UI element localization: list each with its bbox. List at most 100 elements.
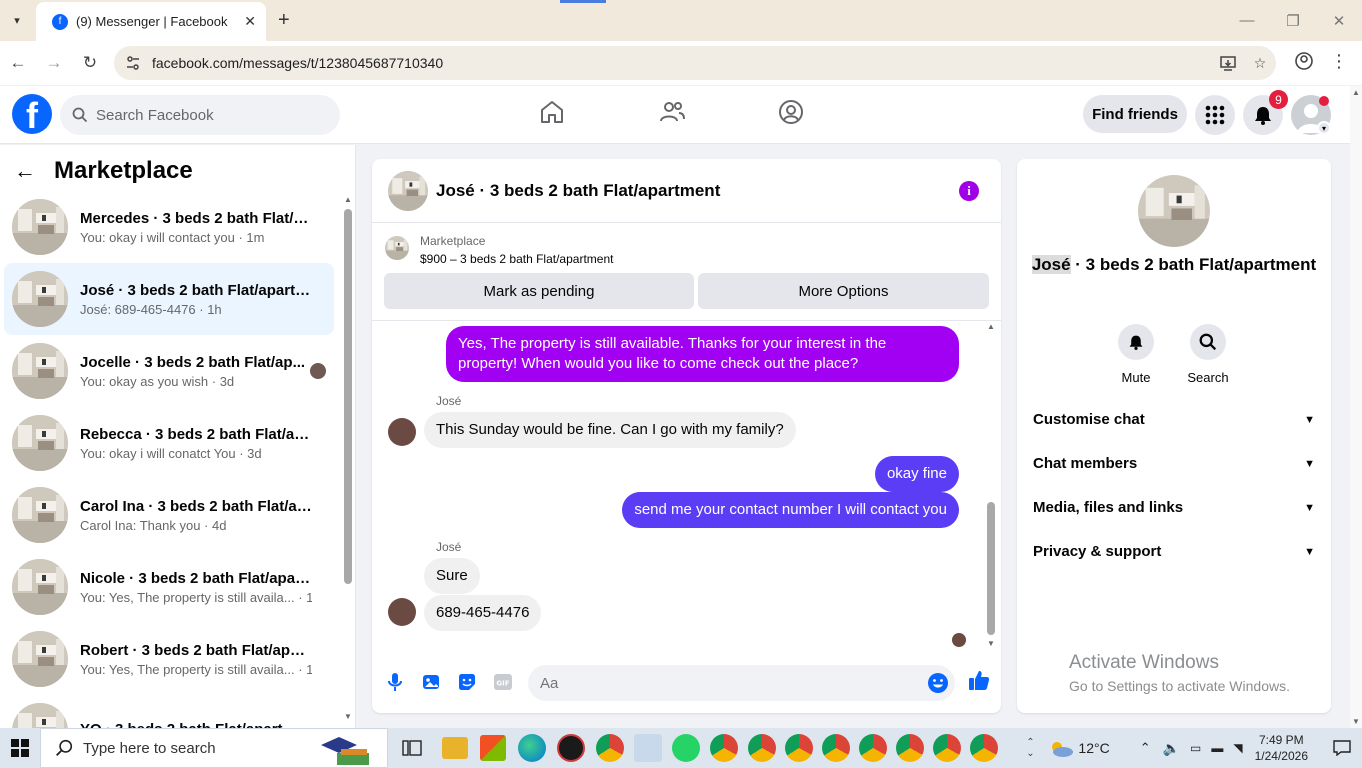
chrome-profile-icon[interactable] bbox=[748, 734, 776, 762]
sidebar-scrollbar[interactable]: ▲ ▼ bbox=[343, 195, 353, 725]
install-app-icon[interactable] bbox=[1212, 54, 1244, 72]
taskbar-scroll-icon[interactable]: ⌃ ⌄ bbox=[1016, 737, 1044, 759]
more-options-button[interactable]: More Options bbox=[698, 273, 989, 309]
reload-button[interactable]: ↻ bbox=[78, 51, 102, 75]
forward-button[interactable]: → bbox=[42, 51, 66, 75]
chrome-profile-icon[interactable] bbox=[859, 734, 887, 762]
details-thumbnail[interactable] bbox=[1138, 175, 1210, 247]
info-icon[interactable]: i bbox=[959, 181, 979, 201]
message-input[interactable] bbox=[540, 674, 900, 692]
home-nav-icon[interactable] bbox=[538, 98, 566, 129]
conversation-item[interactable]: YO · 3 beds 2 bath Flat/apart... bbox=[4, 695, 334, 728]
chat-scroll-thumb[interactable] bbox=[987, 502, 995, 635]
restore-button[interactable]: ❐ bbox=[1270, 0, 1316, 41]
bookmark-star-icon[interactable]: ☆ bbox=[1244, 55, 1276, 72]
chrome-profile-icon[interactable] bbox=[896, 734, 924, 762]
chat-scrollbar[interactable]: ▲ ▼ bbox=[985, 322, 997, 648]
edge-browser-icon[interactable] bbox=[518, 734, 546, 762]
friends-nav-icon[interactable] bbox=[658, 98, 686, 129]
outgoing-message[interactable]: send me your contact number I will conta… bbox=[622, 492, 959, 528]
profile-nav-icon[interactable] bbox=[777, 98, 805, 129]
tab-search-dropdown-button[interactable]: ▾ bbox=[6, 9, 28, 31]
sender-avatar[interactable] bbox=[388, 598, 416, 626]
conversation-item[interactable]: Robert · 3 beds 2 bath Flat/apar... You: … bbox=[4, 623, 334, 695]
incoming-message[interactable]: 689-465-4476 bbox=[424, 595, 542, 631]
browser-profile-icon[interactable] bbox=[1294, 51, 1314, 74]
back-arrow-icon[interactable]: ← bbox=[14, 158, 36, 184]
conversation-item[interactable]: Nicole · 3 beds 2 bath Flat/apart... You:… bbox=[4, 551, 334, 623]
notification-center-icon[interactable] bbox=[1322, 740, 1362, 756]
windows-start-icon[interactable] bbox=[0, 728, 40, 768]
whatsapp-icon[interactable] bbox=[672, 734, 700, 762]
search-icon[interactable] bbox=[1190, 324, 1226, 360]
microphone-icon[interactable] bbox=[384, 671, 406, 693]
facebook-search-input[interactable] bbox=[96, 106, 316, 124]
chrome-icon[interactable] bbox=[596, 734, 624, 762]
pinned-app-icon[interactable] bbox=[634, 734, 662, 762]
sticker-icon[interactable] bbox=[456, 671, 478, 693]
media-files-section[interactable]: Media, files and links ▼ bbox=[1033, 499, 1315, 516]
browser-tab[interactable]: f (9) Messenger | Facebook ✕ bbox=[36, 2, 266, 41]
privacy-support-section[interactable]: Privacy & support ▼ bbox=[1033, 543, 1315, 560]
chrome-profile-icon[interactable] bbox=[970, 734, 998, 762]
conversation-item[interactable]: Mercedes · 3 beds 2 bath Flat/a... You: o… bbox=[4, 191, 334, 263]
menu-grid-icon[interactable] bbox=[1195, 95, 1235, 135]
conversation-item[interactable]: Carol Ina · 3 beds 2 bath Flat/ap... Caro… bbox=[4, 479, 334, 551]
incoming-message[interactable]: Sure bbox=[424, 558, 480, 594]
sender-avatar[interactable] bbox=[388, 418, 416, 446]
customise-chat-section[interactable]: Customise chat ▼ bbox=[1033, 411, 1315, 428]
security-app-icon[interactable] bbox=[557, 734, 585, 762]
address-bar[interactable]: facebook.com/messages/t/1238045687710340… bbox=[114, 46, 1276, 80]
mark-as-pending-button[interactable]: Mark as pending bbox=[384, 273, 694, 309]
volume-icon[interactable]: 🔈 bbox=[1163, 740, 1180, 757]
facebook-search-box[interactable] bbox=[60, 95, 340, 135]
new-tab-button[interactable]: + bbox=[278, 9, 290, 31]
outgoing-message[interactable]: okay fine bbox=[874, 456, 959, 492]
incoming-message[interactable]: This Sunday would be fine. Can I go with… bbox=[424, 412, 796, 448]
chat-thumbnail[interactable] bbox=[388, 170, 428, 211]
facebook-logo-icon[interactable]: f bbox=[12, 94, 52, 134]
conversation-item[interactable]: Rebecca · 3 beds 2 bath Flat/apa... You: … bbox=[4, 407, 334, 479]
wifi-icon[interactable]: ◥ bbox=[1233, 741, 1242, 755]
url-text[interactable]: facebook.com/messages/t/1238045687710340 bbox=[152, 55, 1212, 71]
site-info-icon[interactable] bbox=[120, 50, 146, 76]
gif-icon[interactable]: GIF bbox=[492, 671, 514, 693]
microsoft-store-icon[interactable] bbox=[480, 735, 506, 761]
chat-title[interactable]: José · 3 beds 2 bath Flat/apartment bbox=[436, 181, 720, 201]
back-button[interactable]: ← bbox=[6, 51, 30, 75]
outgoing-message[interactable]: Yes, The property is still available. Th… bbox=[446, 326, 959, 382]
listing-thumbnail[interactable] bbox=[385, 236, 409, 260]
taskbar-search-box[interactable] bbox=[40, 728, 388, 768]
find-friends-button[interactable]: Find friends bbox=[1083, 95, 1187, 133]
listing-price-title[interactable]: $900 – 3 beds 2 bath Flat/apartment bbox=[420, 252, 613, 266]
show-hidden-icons-icon[interactable]: ⌃ bbox=[1140, 740, 1151, 756]
chrome-profile-icon[interactable] bbox=[822, 734, 850, 762]
chrome-profile-icon[interactable] bbox=[785, 734, 813, 762]
account-chevron-icon[interactable]: ▾ bbox=[1317, 121, 1331, 135]
emoji-icon[interactable] bbox=[927, 672, 949, 697]
sidebar-scroll-thumb[interactable] bbox=[344, 209, 352, 584]
close-window-button[interactable]: ✕ bbox=[1316, 0, 1362, 41]
conversation-item[interactable]: José · 3 beds 2 bath Flat/apartm... José:… bbox=[4, 263, 334, 335]
weather-icon[interactable] bbox=[1044, 738, 1078, 758]
page-scrollbar[interactable]: ▲ ▼ bbox=[1350, 86, 1362, 728]
meet-icon[interactable]: ▭ bbox=[1190, 741, 1201, 755]
mute-action[interactable]: Mute bbox=[1106, 324, 1166, 385]
search-action[interactable]: Search bbox=[1178, 324, 1238, 385]
taskbar-search-input[interactable] bbox=[83, 739, 303, 757]
message-input-box[interactable] bbox=[528, 665, 955, 701]
chat-members-section[interactable]: Chat members ▼ bbox=[1033, 455, 1315, 472]
like-thumbs-up-icon[interactable] bbox=[968, 669, 990, 691]
chrome-profile-icon[interactable] bbox=[710, 734, 738, 762]
battery-icon[interactable]: ▬ bbox=[1211, 741, 1223, 755]
minimize-button[interactable]: — bbox=[1224, 0, 1270, 41]
file-explorer-icon[interactable] bbox=[442, 737, 468, 759]
bell-icon[interactable] bbox=[1118, 324, 1154, 360]
conversation-item[interactable]: Jocelle · 3 beds 2 bath Flat/ap... You: o… bbox=[4, 335, 334, 407]
chrome-profile-icon[interactable] bbox=[933, 734, 961, 762]
weather-temp[interactable]: 12°C bbox=[1078, 740, 1109, 756]
task-view-icon[interactable] bbox=[398, 734, 426, 762]
browser-menu-icon[interactable]: ⋮ bbox=[1330, 51, 1348, 72]
photo-icon[interactable] bbox=[420, 671, 442, 693]
clock[interactable]: 7:49 PM 1/24/2026 bbox=[1255, 732, 1308, 764]
